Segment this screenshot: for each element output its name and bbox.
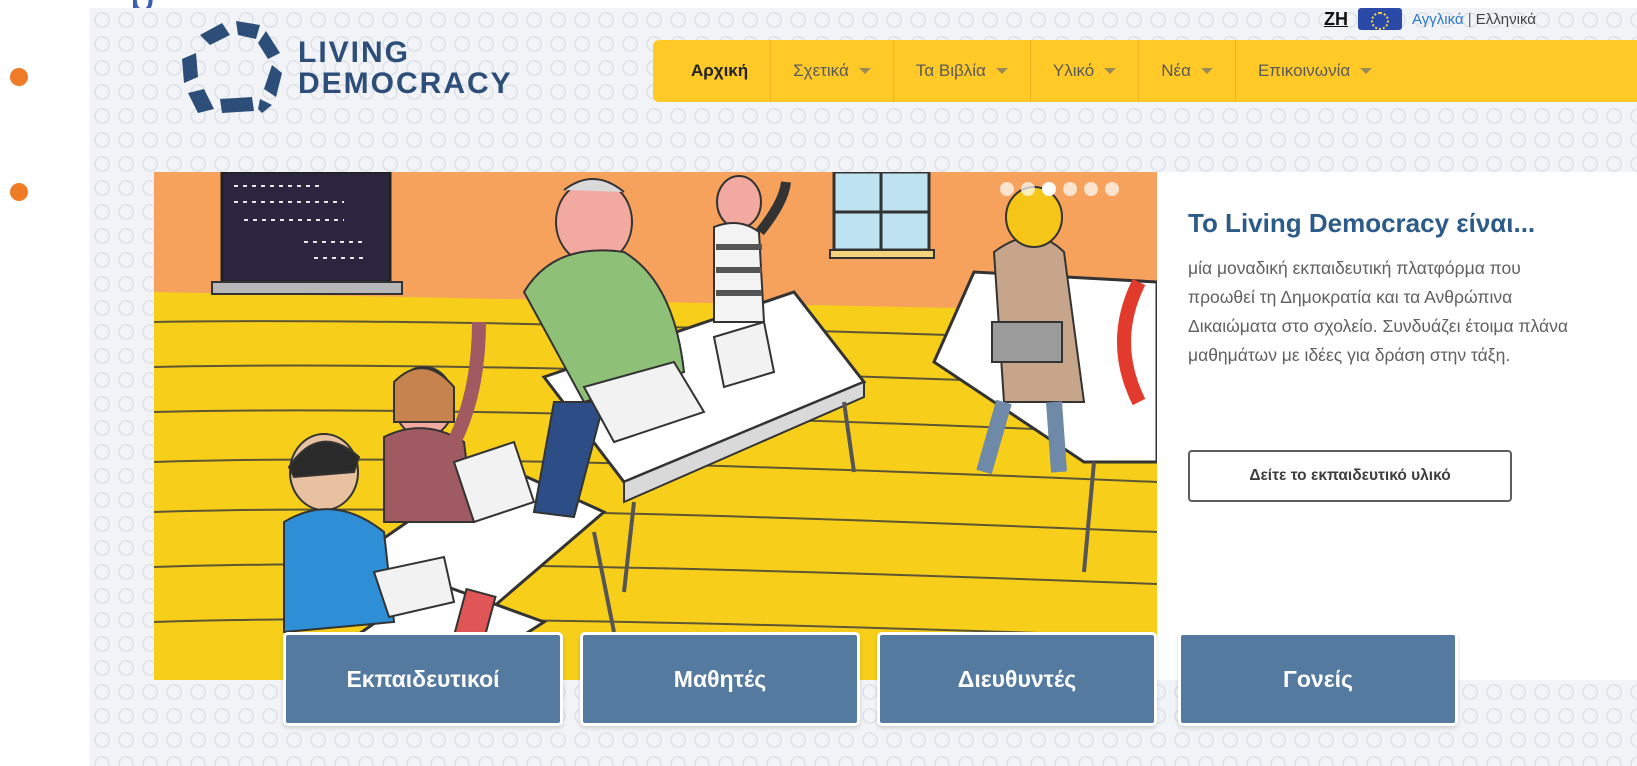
nav-item-books[interactable]: Τα Βιβλία (894, 40, 1031, 102)
nav-label: Αρχική (691, 61, 749, 80)
council-of-europe-flag-icon[interactable] (1358, 8, 1402, 30)
tab-label: Εκπαιδευτικοί (346, 665, 500, 692)
lang-link-english[interactable]: Αγγλικά (1412, 11, 1464, 28)
nav-item-news[interactable]: Νέα (1139, 40, 1236, 102)
nav-item-about[interactable]: Σχετικά (771, 40, 894, 102)
nav-label: Επικοινωνία (1257, 61, 1351, 80)
tab-label: Διευθυντές (957, 665, 1077, 692)
intro-text: μία μοναδική εκπαιδευτική πλατφόρμα που … (1188, 258, 1569, 365)
nav-item-home[interactable]: Αρχική (653, 40, 772, 102)
chevron-down-icon (995, 68, 1008, 74)
tab-label: Μαθητές (673, 665, 767, 692)
uzh-logo[interactable]: ZH (1324, 9, 1348, 30)
slider-dot[interactable] (1063, 182, 1077, 196)
intro-title: Το Living Democracy είναι... (1188, 208, 1536, 238)
tab-teachers[interactable]: Εκπαιδευτικοί (283, 632, 563, 726)
slider-dot[interactable] (1000, 182, 1014, 196)
living-democracy-logo[interactable]: LIVING DEMOCRACY (178, 13, 511, 118)
chevron-down-icon (858, 68, 871, 74)
view-material-button[interactable]: Δείτε το εκπαιδευτικό υλικό (1188, 450, 1512, 502)
nav-label: Νέα (1161, 61, 1191, 80)
nav-label: Τα Βιβλία (915, 61, 986, 80)
logo-wordmark: LIVING DEMOCRACY (298, 37, 513, 99)
slider-dot[interactable] (1105, 182, 1119, 196)
nav-label: Υλικό (1052, 61, 1095, 80)
slider-dot[interactable] (1021, 182, 1035, 196)
nav-item-material[interactable]: Υλικό (1031, 40, 1140, 102)
hero-slider[interactable] (154, 172, 1157, 680)
lang-link-greek[interactable]: Ελληνικά (1476, 11, 1536, 28)
tab-principals[interactable]: Διευθυντές (877, 632, 1157, 726)
tab-label: Γονείς (1283, 665, 1353, 692)
slide-bullet (10, 68, 28, 86)
classroom-illustration (154, 172, 1157, 680)
nav-item-contact[interactable]: Επικοινωνία (1236, 40, 1394, 102)
language-switcher: Αγγλικά | Ελληνικά (1412, 11, 1536, 28)
chevron-down-icon (1360, 68, 1373, 74)
lang-separator: | (1463, 10, 1476, 28)
slider-dot[interactable] (1084, 182, 1098, 196)
intro-panel: Το Living Democracy είναι... μία μοναδικ… (1157, 172, 1637, 680)
chevron-down-icon (1200, 68, 1213, 74)
logo-line-2: DEMOCRACY (298, 67, 513, 100)
slider-dot[interactable] (1042, 182, 1056, 196)
tab-parents[interactable]: Γονείς (1178, 632, 1458, 726)
main-nav: Αρχική Σχετικά Τα Βιβλία Υλικό Νέα Επικο… (653, 40, 1637, 102)
chevron-down-icon (1104, 68, 1117, 74)
nav-label: Σχετικά (793, 61, 849, 80)
tab-students[interactable]: Μαθητές (580, 632, 860, 726)
utility-bar: ZH Αγγλικά | Ελληνικά (1324, 8, 1536, 32)
slider-dots (1000, 182, 1119, 196)
slide-bullet (10, 183, 28, 201)
website-screenshot: LIVING DEMOCRACY ZH Αγγλικά | Ελληνικά Α… (90, 8, 1637, 766)
logo-line-1: LIVING (298, 36, 411, 69)
logo-ring-icon (182, 21, 282, 113)
